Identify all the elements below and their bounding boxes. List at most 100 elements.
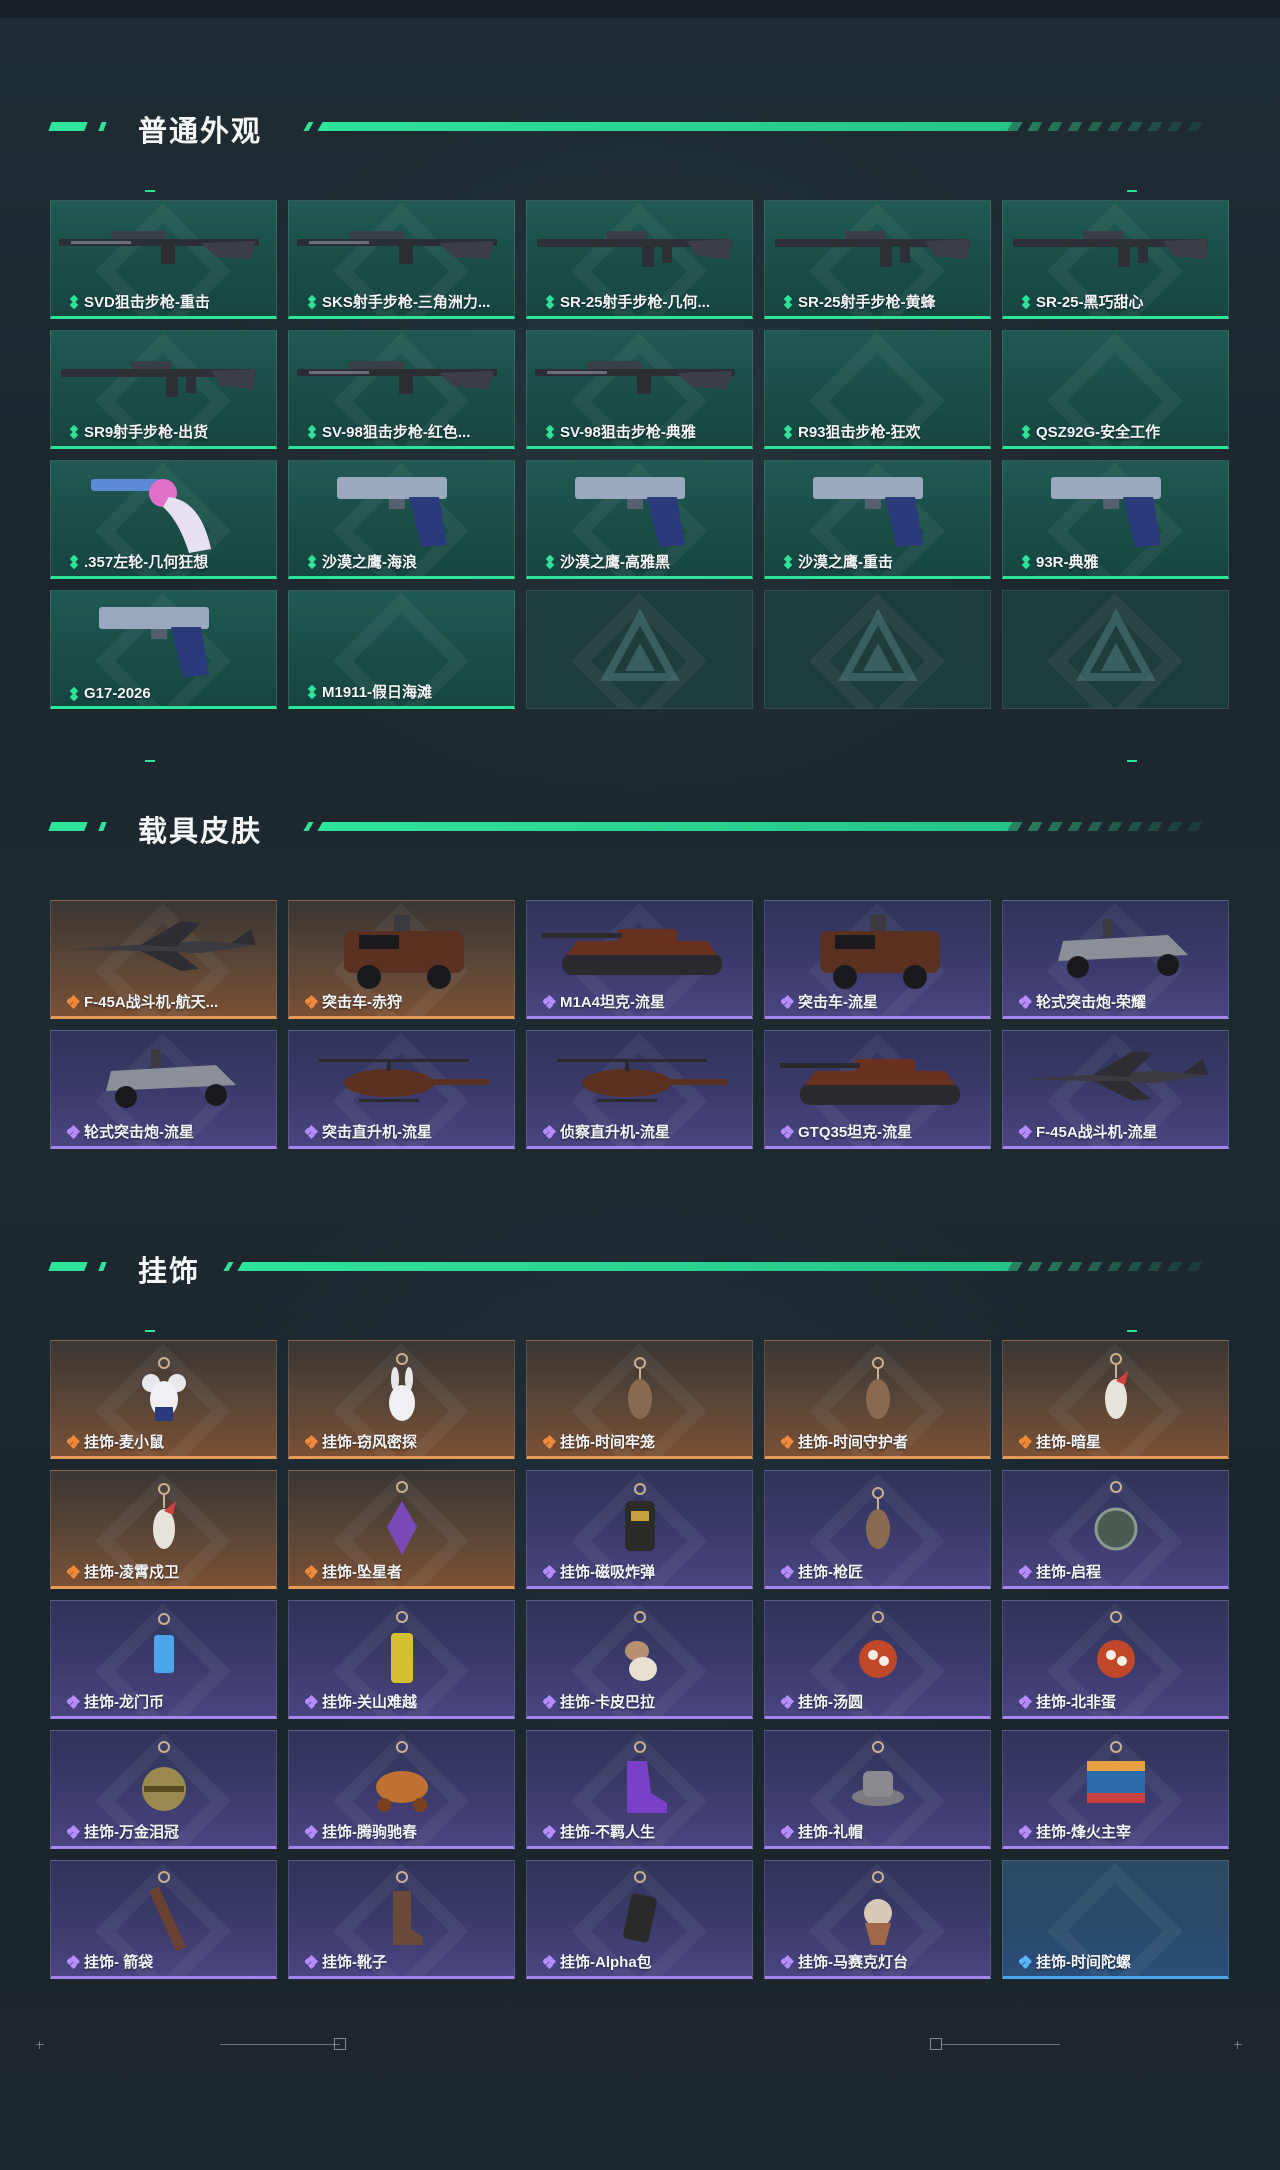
empty-slot bbox=[1002, 590, 1229, 709]
item-card[interactable]: 挂饰-北非蛋 bbox=[1002, 1600, 1229, 1719]
rarity-icon bbox=[67, 1824, 81, 1839]
item-card[interactable]: 挂饰-关山难越 bbox=[288, 1600, 515, 1719]
item-label-row: 挂饰-窃风密探 bbox=[305, 1431, 417, 1452]
rarity-icon bbox=[305, 1954, 319, 1969]
item-name: SR9射手步枪-出货 bbox=[84, 424, 209, 441]
item-card[interactable]: SVD狙击步枪-重击 bbox=[50, 200, 277, 319]
item-card[interactable]: 挂饰-卡皮巴拉 bbox=[526, 1600, 753, 1719]
rarity-icon bbox=[67, 1124, 81, 1139]
item-card[interactable]: R93狙击步枪-狂欢 bbox=[764, 330, 991, 449]
rarity-icon bbox=[305, 994, 319, 1009]
item-card[interactable]: 突击车-赤狩 bbox=[288, 900, 515, 1019]
item-card[interactable]: 侦察直升机-流星 bbox=[526, 1030, 753, 1149]
item-card[interactable]: 挂饰-靴子 bbox=[288, 1860, 515, 1979]
item-card[interactable]: SV-98狙击步枪-红色... bbox=[288, 330, 515, 449]
item-label-row: 挂饰-磁吸炸弹 bbox=[543, 1561, 655, 1582]
item-card[interactable]: SV-98狙击步枪-典雅 bbox=[526, 330, 753, 449]
item-label-row: QSZ92G-安全工作 bbox=[1019, 421, 1160, 442]
rarity-icon bbox=[305, 1694, 319, 1709]
section-header: 普通外观 bbox=[48, 106, 1213, 148]
item-card[interactable]: F-45A战斗机-流星 bbox=[1002, 1030, 1229, 1149]
item-card[interactable]: 挂饰- 箭袋 bbox=[50, 1860, 277, 1979]
item-name: 挂饰-坠星者 bbox=[322, 1564, 402, 1581]
item-label-row: SKS射手步枪-三角洲力... bbox=[305, 291, 490, 312]
item-card[interactable]: SR9射手步枪-出货 bbox=[50, 330, 277, 449]
item-card[interactable]: 沙漠之鹰-重击 bbox=[764, 460, 991, 579]
rarity-icon bbox=[781, 1434, 795, 1449]
item-card[interactable]: 挂饰-腾驹驰春 bbox=[288, 1730, 515, 1849]
rarity-icon bbox=[781, 1564, 795, 1579]
item-card[interactable]: 挂饰-暗星 bbox=[1002, 1340, 1229, 1459]
rarity-icon bbox=[305, 554, 317, 569]
item-card[interactable]: 挂饰-时间守护者 bbox=[764, 1340, 991, 1459]
item-card[interactable]: 挂饰-龙门币 bbox=[50, 1600, 277, 1719]
item-label-row: 沙漠之鹰-海浪 bbox=[305, 551, 417, 572]
item-card[interactable]: .357左轮-几何狂想 bbox=[50, 460, 277, 579]
item-card[interactable]: 挂饰-窃风密探 bbox=[288, 1340, 515, 1459]
item-label-row: 挂饰-礼帽 bbox=[781, 1821, 863, 1842]
item-card[interactable]: M1911-假日海滩 bbox=[288, 590, 515, 709]
item-card[interactable]: 挂饰-烽火主宰 bbox=[1002, 1730, 1229, 1849]
item-card[interactable]: 挂饰-时间陀螺 bbox=[1002, 1860, 1229, 1979]
item-label-row: SR-25射手步枪-黄蜂 bbox=[781, 291, 936, 312]
item-card[interactable]: 沙漠之鹰-高雅黑 bbox=[526, 460, 753, 579]
item-card[interactable]: 突击直升机-流星 bbox=[288, 1030, 515, 1149]
item-label-row: 突击车-赤狩 bbox=[305, 991, 402, 1012]
rarity-icon bbox=[543, 554, 555, 569]
item-card[interactable]: 挂饰-汤圆 bbox=[764, 1600, 991, 1719]
rarity-icon bbox=[1019, 994, 1033, 1009]
item-card[interactable]: F-45A战斗机-航天... bbox=[50, 900, 277, 1019]
item-label-row: 挂饰-时间陀螺 bbox=[1019, 1951, 1131, 1972]
item-label-row: SVD狙击步枪-重击 bbox=[67, 291, 210, 312]
item-label-row: 侦察直升机-流星 bbox=[543, 1121, 670, 1142]
rarity-icon bbox=[1019, 1564, 1033, 1579]
item-name: SVD狙击步枪-重击 bbox=[84, 294, 210, 311]
item-grid: F-45A战斗机-航天... 突击车-赤狩 M1A4坦克-流星 突击车-流星 轮式突击炮… bbox=[50, 900, 1229, 1149]
footer-decoration bbox=[0, 2030, 1280, 2060]
item-card[interactable]: 挂饰-马赛克灯台 bbox=[764, 1860, 991, 1979]
item-card[interactable]: SR-25-黑巧甜心 bbox=[1002, 200, 1229, 319]
item-name: 挂饰-关山难越 bbox=[322, 1694, 417, 1711]
item-name: 沙漠之鹰-海浪 bbox=[322, 554, 417, 571]
item-card[interactable]: 突击车-流星 bbox=[764, 900, 991, 1019]
footer-square bbox=[930, 2038, 942, 2050]
item-name: SKS射手步枪-三角洲力... bbox=[322, 294, 491, 311]
header-dash bbox=[48, 1262, 88, 1271]
item-card[interactable]: 轮式突击炮-流星 bbox=[50, 1030, 277, 1149]
item-card[interactable]: 挂饰-凌霄戍卫 bbox=[50, 1470, 277, 1589]
item-name: 挂饰-麦小鼠 bbox=[84, 1434, 164, 1451]
item-card[interactable]: 挂饰-Alpha包 bbox=[526, 1860, 753, 1979]
item-label-row: 挂饰-启程 bbox=[1019, 1561, 1101, 1582]
item-card[interactable]: 挂饰-不羁人生 bbox=[526, 1730, 753, 1849]
item-card[interactable]: 挂饰-坠星者 bbox=[288, 1470, 515, 1589]
item-name: 挂饰-礼帽 bbox=[798, 1824, 863, 1841]
item-name: 挂饰-汤圆 bbox=[798, 1694, 863, 1711]
item-card[interactable]: SR-25射手步枪-几何... bbox=[526, 200, 753, 319]
item-card[interactable]: 轮式突击炮-荣耀 bbox=[1002, 900, 1229, 1019]
item-card[interactable]: 挂饰-麦小鼠 bbox=[50, 1340, 277, 1459]
item-card[interactable]: 93R-典雅 bbox=[1002, 460, 1229, 579]
rarity-icon bbox=[1019, 1824, 1033, 1839]
item-card[interactable]: G17-2026 bbox=[50, 590, 277, 709]
item-card[interactable]: 沙漠之鹰-海浪 bbox=[288, 460, 515, 579]
rarity-icon bbox=[305, 424, 317, 439]
item-card[interactable]: M1A4坦克-流星 bbox=[526, 900, 753, 1019]
item-card[interactable]: SR-25射手步枪-黄蜂 bbox=[764, 200, 991, 319]
item-card[interactable]: SKS射手步枪-三角洲力... bbox=[288, 200, 515, 319]
item-card[interactable]: QSZ92G-安全工作 bbox=[1002, 330, 1229, 449]
item-card[interactable]: GTQ35坦克-流星 bbox=[764, 1030, 991, 1149]
item-card[interactable]: 挂饰-万金泪冠 bbox=[50, 1730, 277, 1849]
item-card[interactable]: 挂饰-时间牢笼 bbox=[526, 1340, 753, 1459]
item-label-row: 轮式突击炮-流星 bbox=[67, 1121, 194, 1142]
rarity-icon bbox=[543, 1954, 557, 1969]
item-grid: 挂饰-麦小鼠 挂饰-窃风密探 挂饰-时间牢笼 挂饰-时间守护者 挂饰-暗星挂饰-凌霄戍卫… bbox=[50, 1340, 1229, 1979]
item-card[interactable]: 挂饰-礼帽 bbox=[764, 1730, 991, 1849]
item-label-row: 挂饰-Alpha包 bbox=[543, 1951, 652, 1972]
rarity-icon bbox=[543, 1564, 557, 1579]
header-dash bbox=[48, 122, 88, 131]
rarity-icon bbox=[305, 1564, 319, 1579]
item-card[interactable]: 挂饰-磁吸炸弹 bbox=[526, 1470, 753, 1589]
header-dash bbox=[98, 122, 107, 131]
item-card[interactable]: 挂饰-启程 bbox=[1002, 1470, 1229, 1589]
item-card[interactable]: 挂饰-枪匠 bbox=[764, 1470, 991, 1589]
